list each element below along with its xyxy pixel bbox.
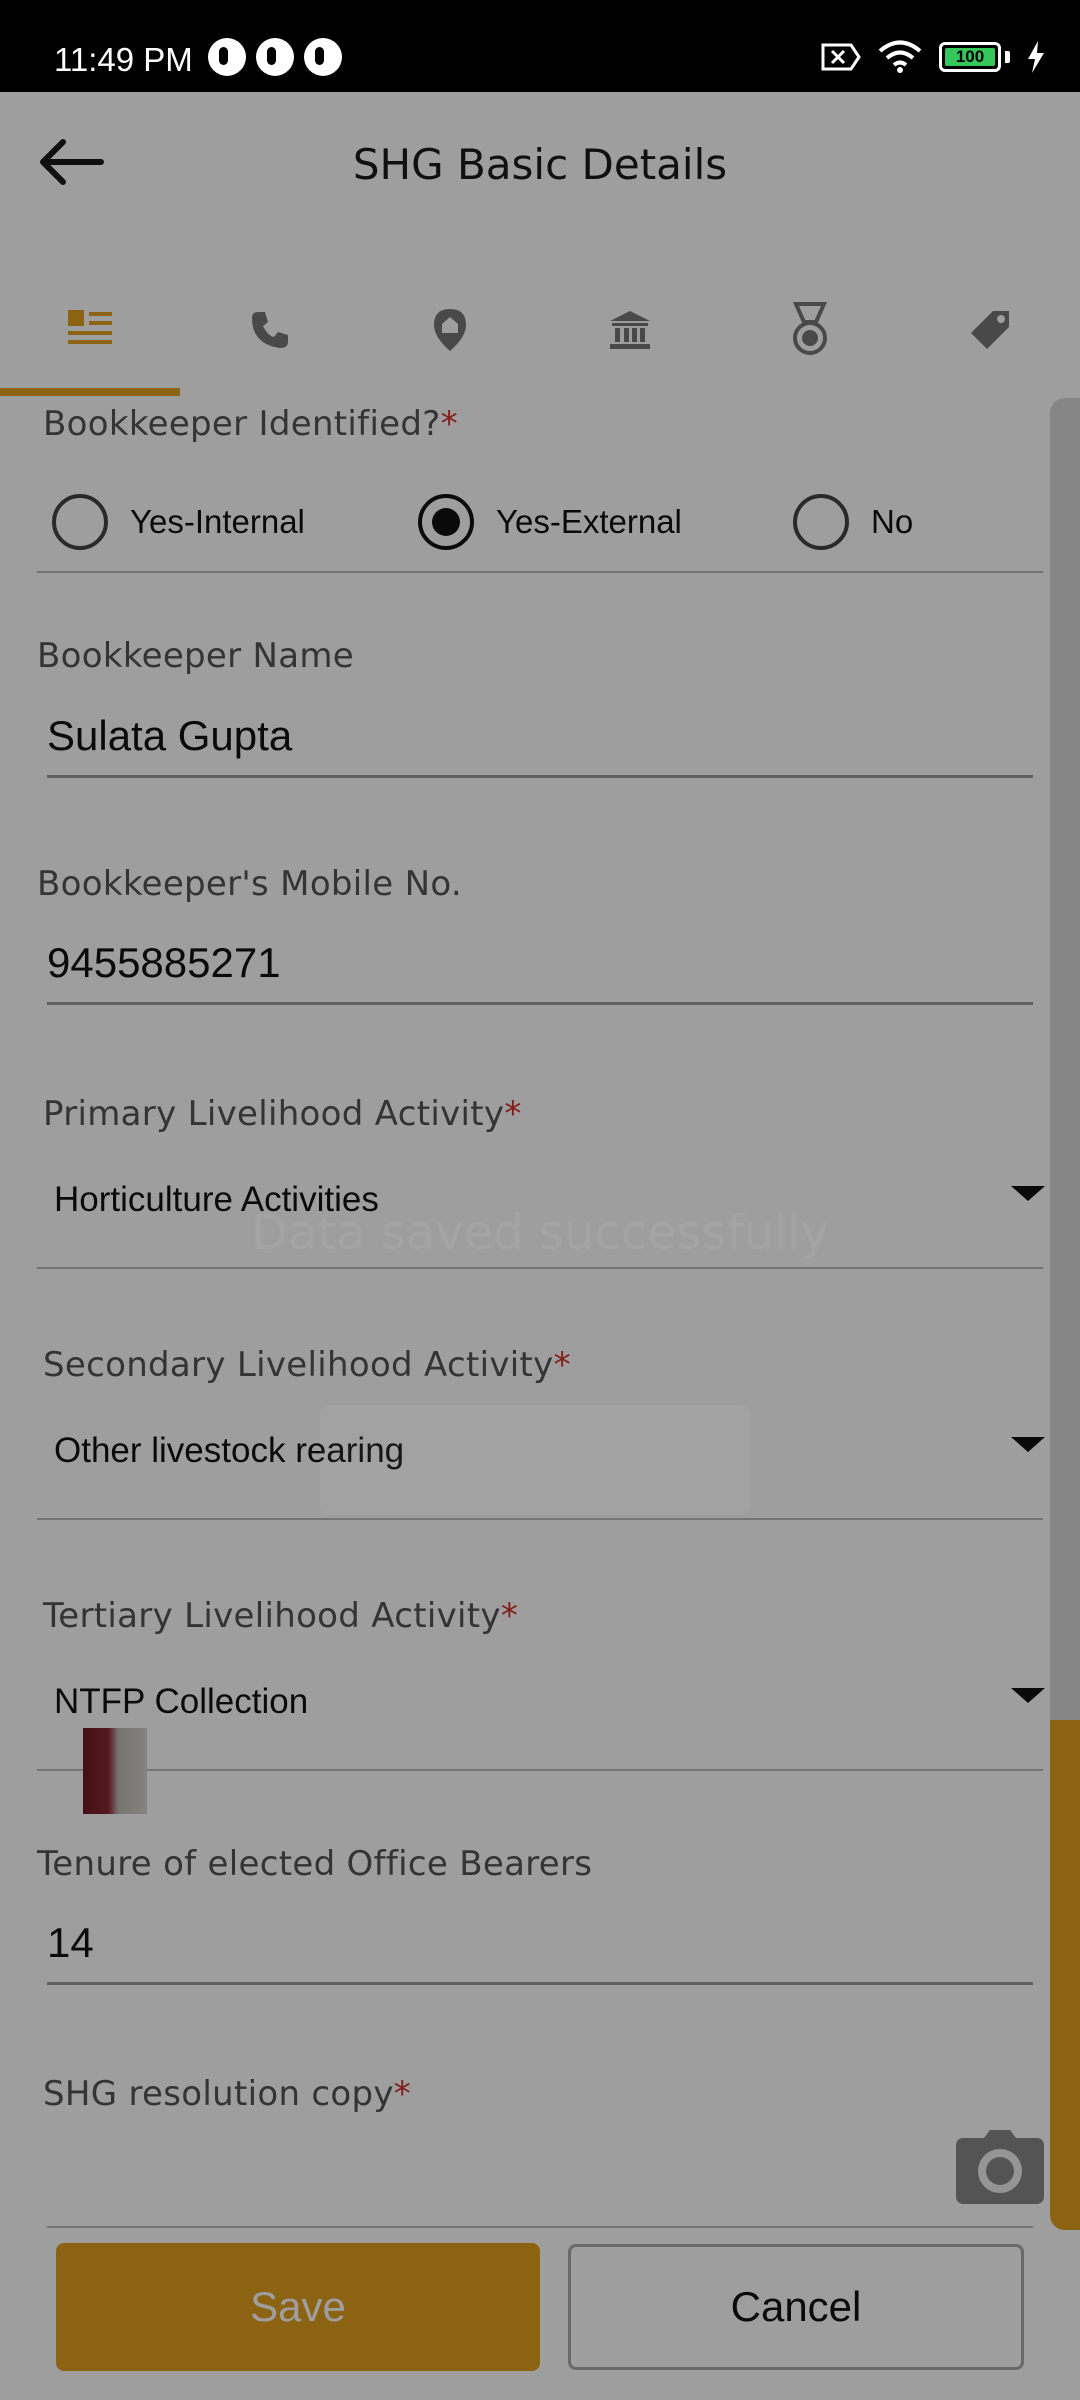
app-notification-icon <box>208 38 246 76</box>
charging-icon <box>1028 41 1044 73</box>
status-app-icons <box>208 38 342 76</box>
sim-icon <box>821 43 861 71</box>
status-right-icons: 100 <box>819 40 1046 74</box>
battery-cap <box>1005 51 1010 63</box>
wifi-icon <box>878 40 922 73</box>
status-time: 11:49 PM <box>54 41 193 78</box>
battery-icon: 100 <box>939 42 1001 72</box>
toast-button-ghost <box>320 1405 750 1515</box>
sync-notification-icon <box>256 38 294 76</box>
battery-level: 100 <box>955 47 985 66</box>
toast-message: Data saved successfully <box>250 1205 830 1261</box>
app-notification-icon <box>304 38 342 76</box>
status-bar: 11:49 PM 100 <box>0 0 1080 92</box>
